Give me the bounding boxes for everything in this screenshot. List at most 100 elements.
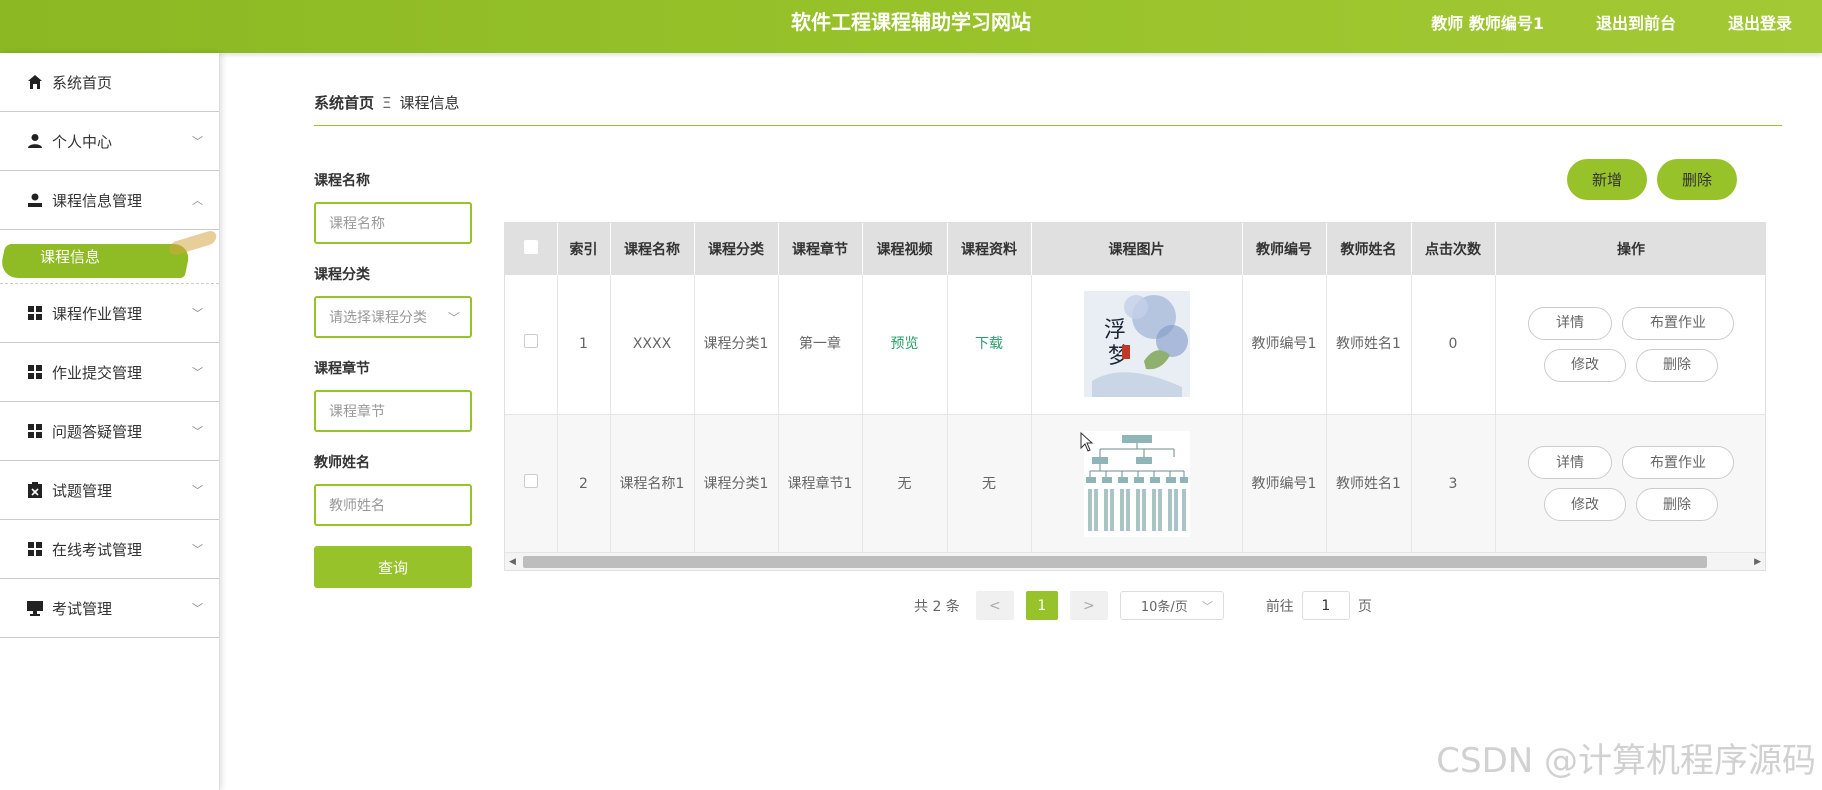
sidebar-item-label: 考试管理 xyxy=(52,599,113,618)
cell-category: 课程分类1 xyxy=(694,275,779,415)
grid-icon xyxy=(26,363,44,381)
sidebar-item-course-info-manage[interactable]: 课程信息管理 ︿ xyxy=(0,171,219,230)
sidebar-item-label: 个人中心 xyxy=(52,132,113,151)
course-name-input[interactable]: 课程名称 xyxy=(314,202,472,244)
column-header: 课程分类 xyxy=(694,223,779,275)
sidebar-item-label: 试题管理 xyxy=(52,481,113,500)
sidebar-item-online-exam-manage[interactable]: 在线考试管理 ﹀ xyxy=(0,520,219,579)
scroll-right-icon[interactable]: ▶ xyxy=(1754,553,1761,570)
sidebar-item-label: 在线考试管理 xyxy=(52,540,143,559)
logout-link[interactable]: 退出登录 xyxy=(1728,10,1792,34)
table-actions: 新增 删除 xyxy=(1567,159,1737,200)
watermark: CSDN @计算机程序源码 xyxy=(1436,741,1816,781)
delete-button[interactable]: 删除 xyxy=(1636,488,1718,521)
column-header: 课程视频 xyxy=(862,223,948,275)
search-form: 课程名称 课程名称 课程分类 请选择课程分类 ﹀ 课程章节 课程章节 教师姓名 教… xyxy=(314,170,474,588)
course-image-poster[interactable]: 浮 梦 xyxy=(1083,291,1190,398)
cell-clicks: 0 xyxy=(1411,275,1496,415)
column-header: 课程图片 xyxy=(1031,223,1243,275)
chevron-down-icon: ﹀ xyxy=(192,602,203,615)
column-header: 教师编号 xyxy=(1242,223,1327,275)
monitor-icon xyxy=(26,599,44,617)
cell-operations: 详情 布置作业 修改 删除 xyxy=(1495,275,1765,415)
page-unit-label: 页 xyxy=(1357,598,1372,615)
sidebar-subitem-label: 课程信息 xyxy=(40,248,101,266)
scroll-left-icon[interactable]: ◀ xyxy=(509,553,516,570)
sidebar-item-label: 课程信息管理 xyxy=(52,191,143,210)
cell-category: 课程分类1 xyxy=(694,414,779,554)
grid-icon xyxy=(26,422,44,440)
cell-material: 无 xyxy=(947,414,1032,554)
sidebar-item-label: 系统首页 xyxy=(52,73,113,92)
horizontal-scrollbar[interactable]: ◀ ▶ xyxy=(505,552,1765,570)
breadcrumb-home[interactable]: 系统首页 xyxy=(314,94,374,112)
course-name-label: 课程名称 xyxy=(314,173,370,189)
top-nav: 教师 教师编号1 退出到前台 退出登录 xyxy=(1431,0,1792,44)
cell-chapter: 第一章 xyxy=(778,275,863,415)
grid-icon xyxy=(26,540,44,558)
next-page-button[interactable]: > xyxy=(1069,591,1108,620)
scrollbar-thumb[interactable] xyxy=(523,556,1707,568)
select-all-cell xyxy=(505,223,558,275)
sidebar-item-qa-manage[interactable]: 问题答疑管理 ﹀ xyxy=(0,402,219,461)
assign-homework-button[interactable]: 布置作业 xyxy=(1622,306,1734,340)
page-size-select[interactable]: 10条/页 ﹀ xyxy=(1119,591,1224,620)
cell-teacher-name: 教师姓名1 xyxy=(1326,275,1412,415)
table-header-row: 索引 课程名称 课程分类 课程章节 课程视频 课程资料 课程图片 教师编号 教师… xyxy=(505,223,1765,275)
detail-button[interactable]: 详情 xyxy=(1528,446,1612,479)
delete-button[interactable]: 删除 xyxy=(1636,348,1718,382)
search-button[interactable]: 查询 xyxy=(314,546,472,588)
breadcrumb-divider xyxy=(314,125,1782,126)
column-header: 操作 xyxy=(1495,223,1765,275)
pagination: 共 2 条 < 1 > 10条/页 ﹀ 前往 1 页 xyxy=(914,591,1372,620)
column-header: 课程名称 xyxy=(610,223,695,275)
add-button[interactable]: 新增 xyxy=(1567,159,1647,200)
goto-page-input[interactable]: 1 xyxy=(1301,591,1350,620)
course-table: 索引 课程名称 课程分类 课程章节 课程视频 课程资料 课程图片 教师编号 教师… xyxy=(504,222,1766,571)
video-preview-link[interactable]: 预览 xyxy=(891,336,919,352)
chevron-down-icon: ﹀ xyxy=(1201,599,1213,613)
assign-homework-button[interactable]: 布置作业 xyxy=(1622,446,1734,479)
course-image-diagram[interactable] xyxy=(1083,430,1190,537)
breadcrumb-separator: Ξ xyxy=(382,94,392,112)
cell-course-name: 课程名称1 xyxy=(610,414,695,554)
chevron-down-icon: ﹀ xyxy=(192,425,203,438)
teacher-name-input[interactable]: 教师姓名 xyxy=(314,484,472,526)
course-category-placeholder: 请选择课程分类 xyxy=(329,310,427,326)
edit-button[interactable]: 修改 xyxy=(1544,348,1626,382)
row-checkbox[interactable] xyxy=(523,334,538,349)
course-chapter-input[interactable]: 课程章节 xyxy=(314,390,472,432)
sidebar-subitem-course-info[interactable]: 课程信息 xyxy=(0,230,219,284)
teacher-name-label: 教师姓名 xyxy=(314,455,370,471)
course-category-select[interactable]: 请选择课程分类 ﹀ xyxy=(314,296,472,338)
course-chapter-placeholder: 课程章节 xyxy=(329,404,385,420)
sidebar-item-submission-manage[interactable]: 作业提交管理 ﹀ xyxy=(0,343,219,402)
cell-teacher-no: 教师编号1 xyxy=(1242,414,1327,554)
select-all-checkbox[interactable] xyxy=(523,240,538,254)
teacher-name-placeholder: 教师姓名 xyxy=(329,498,385,514)
detail-button[interactable]: 详情 xyxy=(1528,306,1612,340)
column-header: 课程资料 xyxy=(947,223,1032,275)
chevron-down-icon: ﹀ xyxy=(192,484,203,497)
course-chapter-label: 课程章节 xyxy=(314,361,370,377)
sidebar-item-exam-manage[interactable]: 考试管理 ﹀ xyxy=(0,579,219,638)
sidebar-item-homework-manage[interactable]: 课程作业管理 ﹀ xyxy=(0,284,219,343)
sidebar-item-personal-center[interactable]: 个人中心 ﹀ xyxy=(0,112,219,171)
material-download-link[interactable]: 下载 xyxy=(975,336,1003,352)
cell-course-name: XXXX xyxy=(610,275,695,415)
sidebar-item-home[interactable]: 系统首页 xyxy=(0,53,219,112)
page-number-button[interactable]: 1 xyxy=(1025,591,1058,620)
column-header: 课程章节 xyxy=(778,223,863,275)
home-icon xyxy=(26,73,44,91)
prev-page-button[interactable]: < xyxy=(975,591,1014,620)
exit-to-front-link[interactable]: 退出到前台 xyxy=(1596,10,1676,34)
row-checkbox[interactable] xyxy=(523,473,538,488)
breadcrumb-current: 课程信息 xyxy=(399,94,460,112)
batch-delete-button[interactable]: 删除 xyxy=(1657,159,1737,200)
edit-button[interactable]: 修改 xyxy=(1544,488,1626,521)
sidebar-item-question-manage[interactable]: 试题管理 ﹀ xyxy=(0,461,219,520)
current-user: 教师 教师编号1 xyxy=(1431,14,1544,33)
chevron-down-icon: ﹀ xyxy=(192,543,203,556)
cell-clicks: 3 xyxy=(1411,414,1496,554)
sidebar-item-label: 作业提交管理 xyxy=(52,363,143,382)
